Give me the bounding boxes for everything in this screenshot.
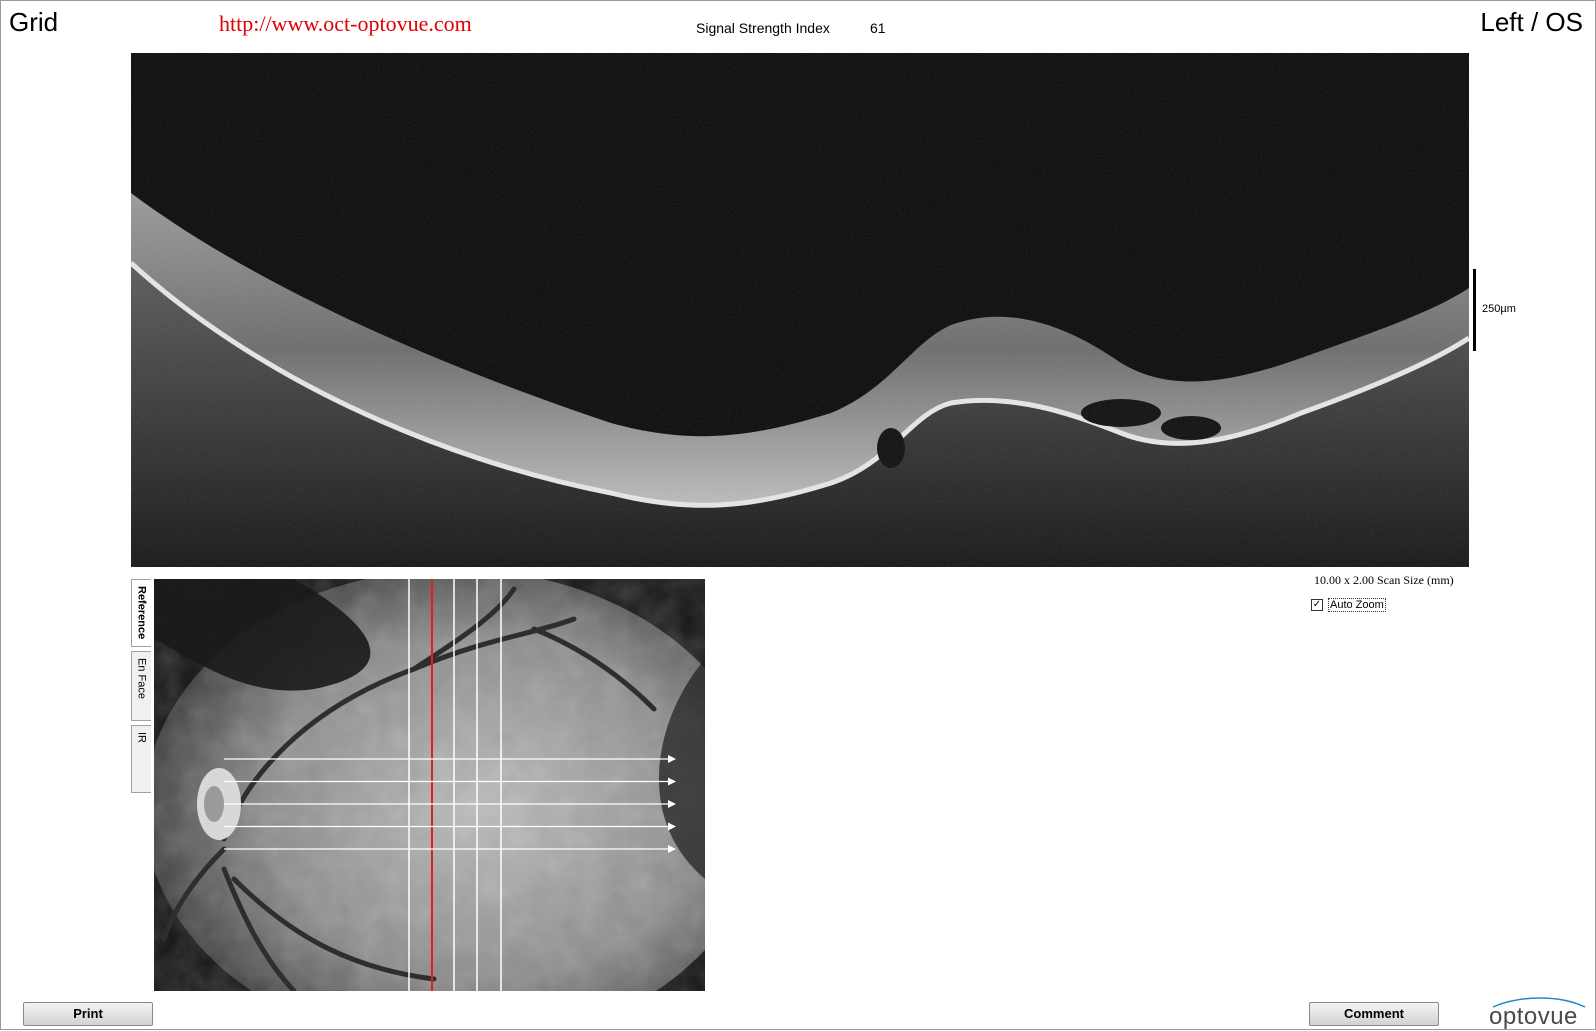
scan-size-label: 10.00 x 2.00 Scan Size (mm) — [1314, 573, 1454, 587]
tab-en-face[interactable]: En Face — [131, 651, 151, 721]
tab-ir-label: IR — [135, 732, 148, 743]
fundus-reference-image[interactable] — [154, 579, 705, 991]
print-button[interactable]: Print — [23, 1002, 153, 1026]
mode-title: Grid — [9, 7, 59, 37]
oct-bscan-image[interactable] — [131, 53, 1469, 567]
website-link[interactable]: http://www.oct-optovue.com — [219, 11, 472, 37]
auto-zoom-toggle[interactable]: ✓ Auto Zoom — [1311, 598, 1386, 612]
tab-ir[interactable]: IR — [131, 725, 151, 793]
comment-button[interactable]: Comment — [1309, 1002, 1439, 1026]
signal-strength-label: Signal Strength Index — [696, 20, 830, 36]
tab-reference-label: Reference — [135, 586, 148, 640]
fundus-graphic — [154, 579, 705, 991]
tab-reference[interactable]: Reference — [131, 579, 151, 647]
logo-text: optovue — [1489, 1003, 1578, 1030]
scale-bar-label: 250µm — [1482, 303, 1516, 315]
auto-zoom-label: Auto Zoom — [1328, 598, 1386, 612]
signal-strength-value: 61 — [870, 20, 886, 36]
eye-label: Left / OS — [1480, 7, 1583, 37]
scale-bar — [1473, 269, 1476, 351]
tab-en-face-label: En Face — [135, 658, 148, 699]
oct-bscan-graphic — [131, 53, 1469, 567]
auto-zoom-checkbox[interactable]: ✓ — [1311, 599, 1323, 611]
optovue-logo: optovue — [1485, 997, 1589, 1030]
